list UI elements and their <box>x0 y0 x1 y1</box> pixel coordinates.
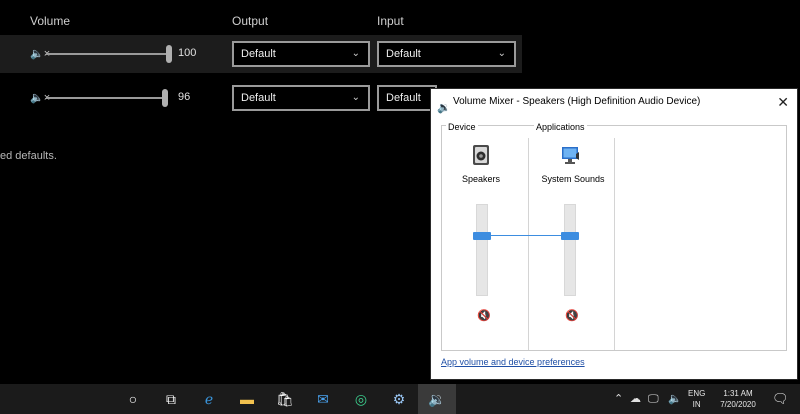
network-icon[interactable]: 🖵 <box>648 384 659 414</box>
output-dropdown-value: Default <box>241 92 276 104</box>
app-volume-preferences-link[interactable]: App volume and device preferences <box>441 357 585 367</box>
chevron-down-icon: ⌄ <box>351 48 360 59</box>
device-mute-icon[interactable]: 🔇 <box>477 309 491 322</box>
chevron-down-icon: ⌄ <box>497 48 506 59</box>
mixer-title-bar[interactable]: 🔉 Volume Mixer - Speakers (High Definiti… <box>431 89 797 115</box>
app-volume-thumb[interactable] <box>561 232 579 240</box>
input-dropdown[interactable]: Default ⌄ <box>377 41 516 67</box>
mixer-title: Volume Mixer - Speakers (High Definition… <box>453 96 701 107</box>
applications-group-label: Applications <box>534 122 587 132</box>
file-explorer-icon[interactable]: ▬ <box>228 384 266 414</box>
taskbar: ○ ⧉ ℯ ▬ 🛍 ✉ ◎ ⚙ 🔉 ⌃ ☁ 🖵 🔈 ENG IN 1:31 AM… <box>0 384 800 414</box>
edge-icon[interactable]: ℯ <box>190 384 228 414</box>
clock-time: 1:31 AM <box>723 389 753 398</box>
system-sounds-icon[interactable] <box>560 144 582 166</box>
notifications-icon[interactable]: 🗨 <box>772 384 789 414</box>
speaker-muted-icon[interactable]: 🔈 <box>668 384 682 414</box>
input-dropdown-value: Default <box>386 48 421 60</box>
volume-value: 96 <box>178 91 191 103</box>
volume-value: 100 <box>178 47 197 59</box>
task-view-icon[interactable]: ⧉ <box>152 384 190 414</box>
device-group-label: Device <box>446 122 478 132</box>
volume-link-line <box>488 235 570 236</box>
speaker-icon: 🔉 <box>437 102 451 114</box>
volume-slider-thumb[interactable] <box>162 89 168 107</box>
output-header: Output <box>232 14 269 28</box>
device-name: Speakers <box>461 174 501 184</box>
input-dropdown-value: Default <box>386 92 421 104</box>
volume-header: Volume <box>30 14 71 28</box>
app-name: System Sounds <box>541 174 605 184</box>
app-volume-row: 🔈× 100 Default ⌄ Default ⌄ <box>0 35 522 73</box>
speaker-device-icon[interactable] <box>470 144 492 166</box>
close-icon[interactable]: ✕ <box>777 89 789 115</box>
chevron-up-icon[interactable]: ⌃ <box>614 384 623 414</box>
volume-slider-thumb[interactable] <box>166 45 172 63</box>
mail-icon[interactable]: ✉ <box>304 384 342 414</box>
chevron-down-icon: ⌄ <box>351 92 360 103</box>
app-volume-slider[interactable] <box>561 204 579 296</box>
mixer-panel: Device Applications Speakers 🔇 System So… <box>441 122 787 351</box>
input-language[interactable]: ENG IN <box>688 388 705 410</box>
input-dropdown[interactable]: Default <box>377 85 437 111</box>
store-icon[interactable]: 🛍 <box>266 384 304 414</box>
clock[interactable]: 1:31 AM 7/20/2020 <box>712 388 764 410</box>
settings-gear-icon[interactable]: ⚙ <box>380 384 418 414</box>
region-code: IN <box>692 400 701 409</box>
divider <box>528 138 529 350</box>
volume-mixer-window: 🔉 Volume Mixer - Speakers (High Definiti… <box>430 88 798 380</box>
onedrive-cloud-icon[interactable]: ☁ <box>630 384 641 414</box>
cortana-circle-icon[interactable]: ○ <box>114 384 152 414</box>
output-dropdown-value: Default <box>241 48 276 60</box>
device-volume-thumb[interactable] <box>473 232 491 240</box>
app-mute-icon[interactable]: 🔇 <box>565 309 579 322</box>
restore-defaults-text: ed defaults. <box>0 150 57 162</box>
device-volume-slider[interactable] <box>473 204 491 296</box>
photos-icon[interactable]: ◎ <box>342 384 380 414</box>
volume-slider[interactable] <box>46 45 172 63</box>
clock-date: 7/20/2020 <box>720 400 756 409</box>
output-dropdown[interactable]: Default ⌄ <box>232 85 370 111</box>
language-code: ENG <box>688 389 706 398</box>
input-header: Input <box>377 14 404 28</box>
output-dropdown[interactable]: Default ⌄ <box>232 41 370 67</box>
volume-slider[interactable] <box>46 89 168 107</box>
volume-mixer-icon[interactable]: 🔉 <box>418 384 456 414</box>
divider <box>614 138 615 350</box>
